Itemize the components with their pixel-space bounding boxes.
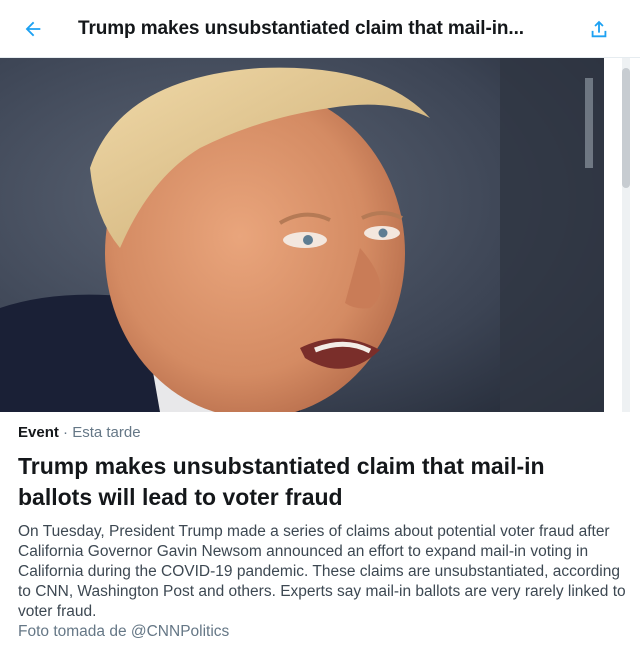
top-bar: Trump makes unsubstantiated claim that m… (0, 0, 640, 58)
photo-credit[interactable]: Foto tomada de @CNNPolitics (18, 623, 229, 641)
share-button[interactable] (584, 14, 614, 44)
share-icon (591, 20, 607, 38)
scrollbar[interactable] (604, 58, 640, 412)
event-time: Esta tarde (72, 424, 141, 441)
hero-photo[interactable] (0, 58, 604, 412)
article-summary: On Tuesday, President Trump made a serie… (18, 523, 626, 620)
back-button[interactable] (18, 14, 48, 44)
event-meta: Event · Esta tarde (18, 424, 141, 441)
news-photo (0, 58, 604, 412)
header-title: Trump makes unsubstantiated claim that m… (78, 18, 524, 39)
arrow-left-icon (25, 21, 41, 37)
meta-separator: · (58, 424, 73, 441)
scrollbar-thumb[interactable] (622, 68, 630, 188)
article-headline: Trump makes unsubstantiated claim that m… (18, 453, 545, 510)
event-category: Event (18, 424, 59, 441)
